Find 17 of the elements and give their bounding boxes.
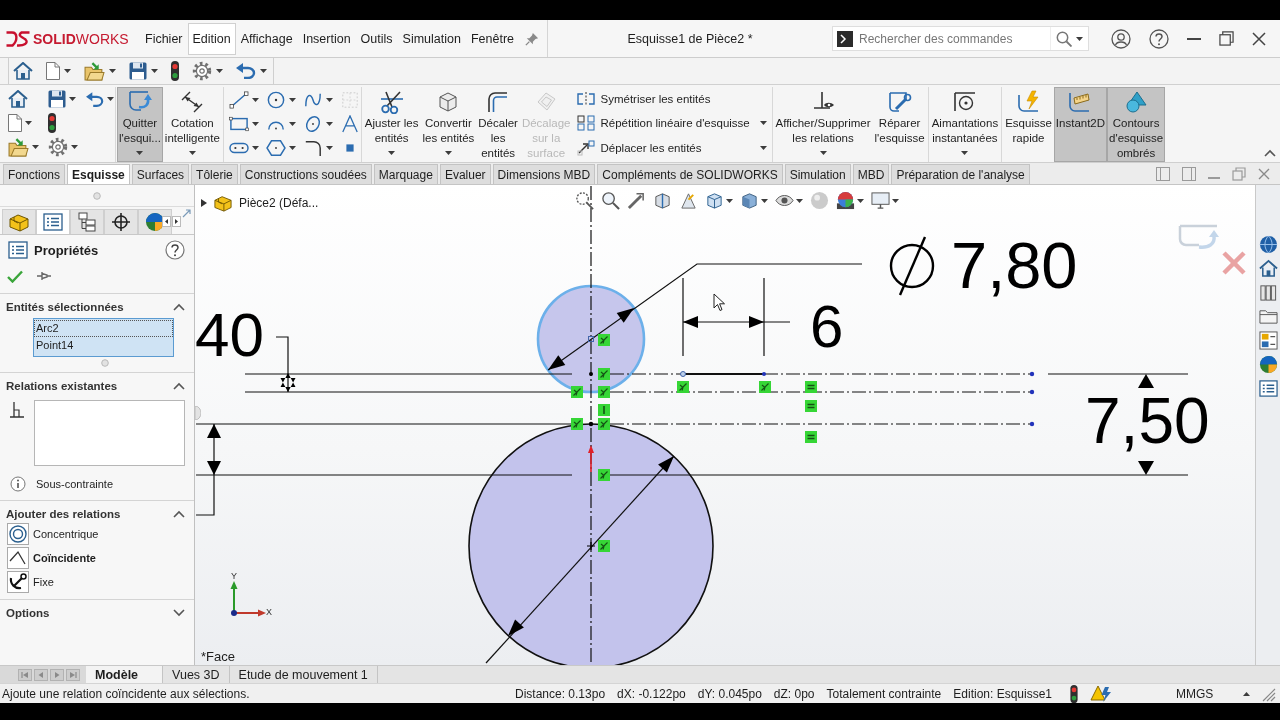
- status-readout: Distance: 0.13po: [515, 686, 606, 701]
- status-readout: dZ: 0po: [773, 686, 815, 701]
- axis-label: Y: [231, 572, 237, 581]
- constraint-status: Sous-contrainte: [36, 478, 114, 490]
- panel-title: Propriétés: [34, 242, 99, 258]
- app-logo: SOLIDWORKS: [33, 30, 129, 47]
- section-title: Relations existantes: [6, 380, 118, 392]
- constraint-status: Totalement contrainte: [826, 686, 942, 701]
- section-title: Ajouter des relations: [6, 508, 121, 520]
- edit-status: Edition: Esquisse1: [953, 686, 1052, 701]
- document-title: Esquisse1 de Pièce2 *: [627, 31, 753, 46]
- status-message: Ajoute une relation coïncidente aux sélections.: [2, 686, 251, 701]
- face-label: *Face: [201, 650, 235, 663]
- status-readout: dX: -0.122po: [617, 686, 686, 701]
- axis-label: X: [266, 608, 272, 617]
- status-readout: dY: 0.045po: [697, 686, 762, 701]
- section-title: Entités sélectionnées: [6, 301, 124, 313]
